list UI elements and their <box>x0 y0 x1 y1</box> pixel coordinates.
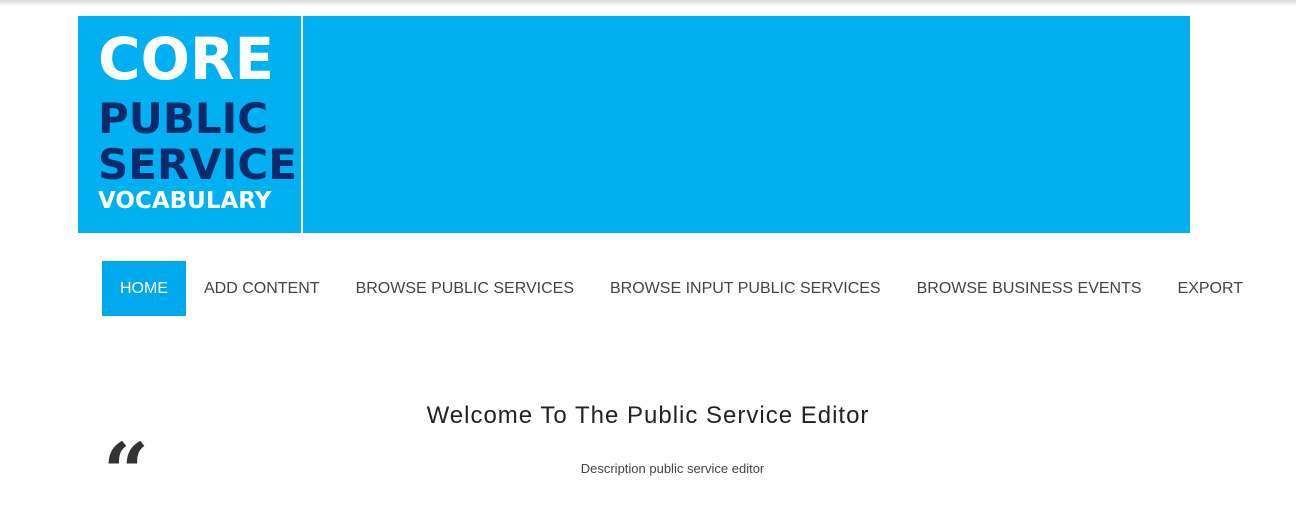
nav-item-browse-public-services[interactable]: BROWSE PUBLIC SERVICES <box>338 261 592 316</box>
logo-core-text: CORE <box>98 25 275 93</box>
site-logo[interactable]: CORE PUBLIC SERVICE VOCABULARY <box>78 16 303 233</box>
header-banner: CORE PUBLIC SERVICE VOCABULARY <box>78 16 1190 233</box>
logo-public-text: PUBLIC <box>98 94 269 143</box>
nav-item-browse-input-public-services[interactable]: BROWSE INPUT PUBLIC SERVICES <box>592 261 899 316</box>
logo-service-text: SERVICE <box>98 140 297 189</box>
nav-item-export[interactable]: EXPORT <box>1160 261 1262 316</box>
main-nav: HOME ADD CONTENT BROWSE PUBLIC SERVICES … <box>102 261 1261 316</box>
nav-item-add-content[interactable]: ADD CONTENT <box>186 261 338 316</box>
page-title: Welcome To The Public Service Editor <box>426 402 870 429</box>
nav-item-home[interactable]: HOME <box>102 261 186 316</box>
page-description: Description public service editor <box>580 461 765 476</box>
nav-item-browse-business-events[interactable]: BROWSE BUSINESS EVENTS <box>899 261 1160 316</box>
top-shadow <box>0 0 1296 6</box>
logo-vocabulary-text: VOCABULARY <box>98 188 272 214</box>
